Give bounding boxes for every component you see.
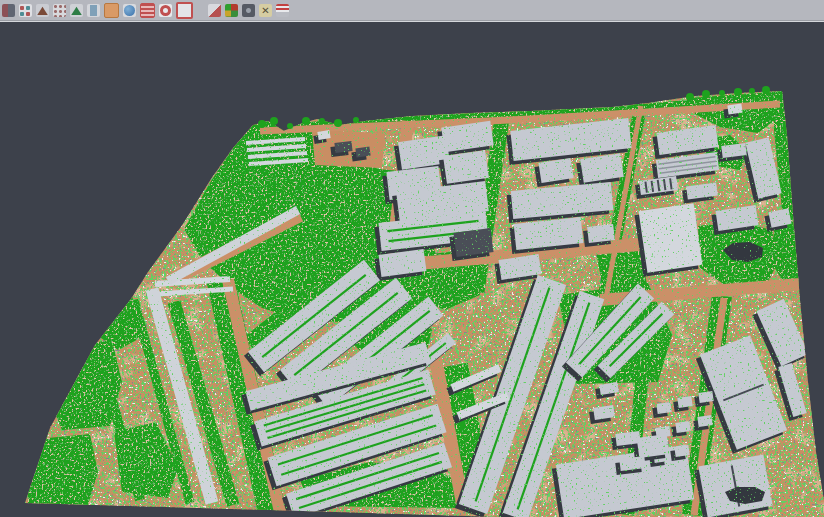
classification-icon[interactable] [225,4,238,17]
points-small-icon[interactable] [53,4,66,17]
globe-icon[interactable] [123,4,136,17]
toolbar-separator [197,0,204,20]
point-match-icon[interactable] [19,4,32,17]
annotate-x-icon[interactable]: ✕ [259,4,272,17]
orange-square-icon[interactable] [104,3,119,18]
red-ring-icon[interactable] [159,4,172,17]
split-view-icon[interactable] [208,4,221,17]
terrain-brown-icon[interactable] [36,4,49,17]
column-icon[interactable] [87,4,100,17]
toolbar: ✕ [0,0,824,21]
viewport-3d-scene[interactable] [0,0,824,517]
flag-icon[interactable] [276,4,289,17]
crop-marks-icon[interactable] [176,2,193,19]
red-rows-icon[interactable] [140,3,155,18]
terrain-green-icon[interactable] [70,4,83,17]
select-mosaic-icon[interactable] [2,4,15,17]
camera-icon[interactable] [242,4,255,17]
